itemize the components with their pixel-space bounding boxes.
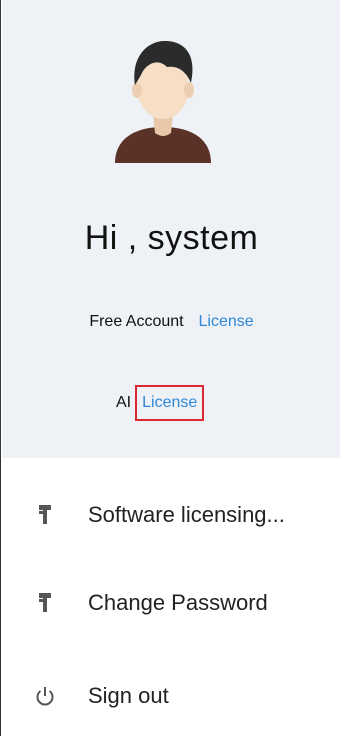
user-profile-header: Hi , system Free Account License AI Lice… [2,0,340,458]
ai-license-row: AI License [116,383,205,423]
menu-item-software-licensing[interactable]: Software licensing... [2,493,340,537]
power-icon [33,684,57,708]
key-icon [33,591,57,615]
ai-label: AI [116,394,132,411]
menu-item-sign-out[interactable]: Sign out [2,674,340,718]
greeting-text: Hi , system [84,219,259,257]
menu-item-change-password[interactable]: Change Password [2,581,340,625]
ai-license-link[interactable]: License [135,385,205,421]
menu-item-label: Software licensing... [88,502,285,527]
user-avatar-icon [115,41,211,163]
account-license-link[interactable]: License [199,313,254,330]
menu-item-label: Sign out [88,683,169,708]
account-status-row: Free Account License [2,313,340,331]
key-icon [33,503,57,527]
menu-item-label: Change Password [88,590,268,615]
account-type-label: Free Account [89,313,184,330]
user-dropdown-panel: Hi , system Free Account License AI Lice… [0,0,340,736]
